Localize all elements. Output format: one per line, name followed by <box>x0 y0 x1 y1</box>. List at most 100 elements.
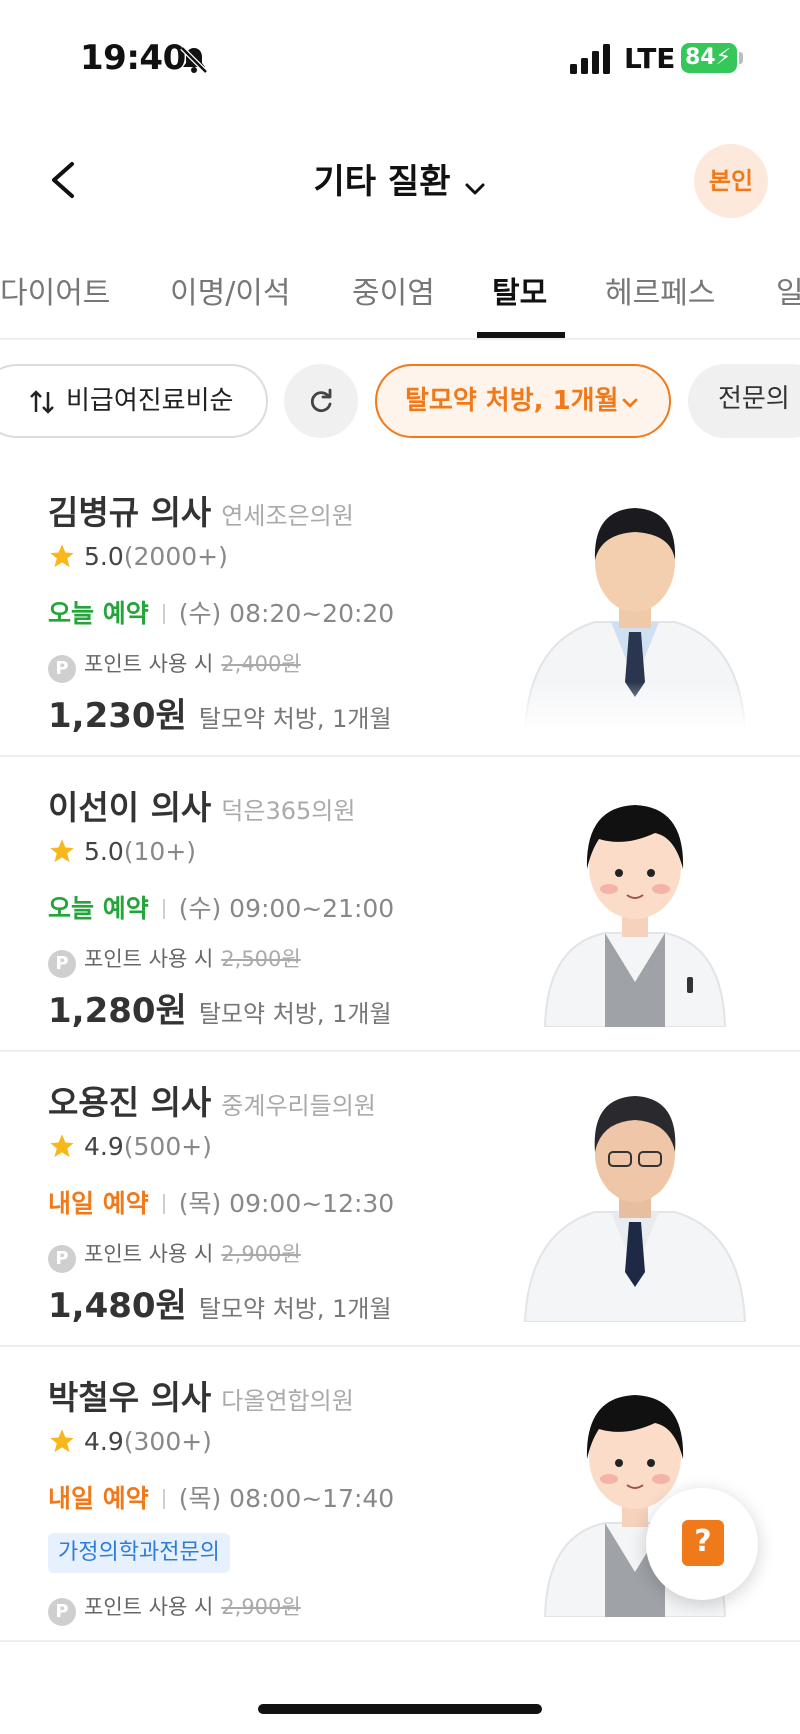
star-icon <box>50 1429 74 1453</box>
status-bar: 19:40 LTE 84⚡ <box>0 0 800 120</box>
point-icon: P <box>48 655 76 683</box>
help-button[interactable]: ? <box>646 1488 758 1600</box>
original-price: 2,900원 <box>221 1242 301 1266</box>
tab-herpes[interactable]: 헤르페스 <box>605 268 715 312</box>
points-label: 포인트 사용 시 <box>84 652 214 676</box>
doctor-name: 이선이 의사 <box>48 788 212 827</box>
clinic-name: 다올연합의원 <box>221 1387 354 1415</box>
hours: (수) 09:00~21:00 <box>178 894 395 923</box>
points-row: P 포인트 사용 시 2,900원 <box>48 1591 301 1626</box>
doctor-name-row: 이선이 의사 덕은365의원 <box>48 781 355 829</box>
chevron-down-icon <box>622 398 638 408</box>
clinic-name: 연세조은의원 <box>221 502 354 530</box>
refresh-icon <box>310 388 332 413</box>
tab-otitis[interactable]: 중이염 <box>352 268 435 312</box>
tab-more[interactable]: 일 <box>776 268 800 312</box>
doctor-list: 김병규 의사 연세조은의원 5.0(2000+) 오늘 예약 (수) 08:20~2… <box>0 462 800 1642</box>
refresh-button[interactable] <box>284 364 358 438</box>
doctor-photo-icon <box>515 482 755 732</box>
rating-row: 4.9(500+) <box>48 1132 212 1161</box>
help-icon: ? <box>682 1520 724 1566</box>
availability-label: 오늘 예약 <box>48 599 149 628</box>
charging-icon: ⚡ <box>715 45 732 70</box>
review-count: (500+) <box>123 1132 212 1161</box>
filter-bar: 비급여진료비순 탈모약 처방, 1개월 전문의 <box>0 362 800 440</box>
point-icon: P <box>48 1598 76 1626</box>
specialist-filter[interactable]: 전문의 <box>688 364 800 438</box>
doctor-card[interactable]: 김병규 의사 연세조은의원 5.0(2000+) 오늘 예약 (수) 08:20~2… <box>0 462 800 757</box>
availability-row: 오늘 예약 (수) 09:00~21:00 <box>48 889 394 925</box>
rating-row: 5.0(2000+) <box>48 542 228 571</box>
network-label: LTE <box>624 42 676 75</box>
point-icon: P <box>48 1245 76 1273</box>
tab-hair-loss[interactable]: 탈모 <box>492 268 547 312</box>
availability-row: 오늘 예약 (수) 08:20~20:20 <box>48 594 394 630</box>
point-icon: P <box>48 950 76 978</box>
rating-value: 5.0 <box>84 542 124 571</box>
tab-tinnitus[interactable]: 이명/이석 <box>170 268 291 312</box>
doctor-name: 오용진 의사 <box>48 1083 212 1122</box>
battery-tip <box>739 52 743 64</box>
points-label: 포인트 사용 시 <box>84 947 214 971</box>
battery-indicator: 84⚡ <box>681 43 737 73</box>
price-description: 탈모약 처방, 1개월 <box>198 1000 392 1028</box>
original-price: 2,400원 <box>221 652 301 676</box>
star-icon <box>50 544 74 568</box>
home-indicator[interactable] <box>258 1704 542 1714</box>
chevron-down-icon[interactable] <box>464 178 486 200</box>
price-row: 1,280원 탈모약 처방, 1개월 <box>48 983 392 1032</box>
bell-muted-icon <box>180 46 208 74</box>
divider <box>162 604 165 624</box>
status-time: 19:40 <box>80 38 186 78</box>
review-count: (10+) <box>123 837 197 866</box>
doctor-card[interactable]: 이선이 의사 덕은365의원 5.0(10+) 오늘 예약 (수) 09:00~21… <box>0 757 800 1052</box>
availability-row: 내일 예약 (목) 09:00~12:30 <box>48 1184 394 1220</box>
star-icon <box>50 839 74 863</box>
rating-value: 4.9 <box>84 1427 124 1456</box>
battery-level: 84 <box>685 45 716 70</box>
availability-label: 오늘 예약 <box>48 894 149 923</box>
hours: (목) 09:00~12:30 <box>178 1189 395 1218</box>
doctor-avatar-icon <box>543 805 727 1027</box>
divider <box>162 1489 165 1509</box>
category-tabs: 다이어트 이명/이석 중이염 탈모 헤르페스 일 <box>0 262 800 340</box>
rating-value: 4.9 <box>84 1132 124 1161</box>
star-icon <box>50 1134 74 1158</box>
availability-label: 내일 예약 <box>48 1484 149 1513</box>
doctor-photo-icon <box>523 1096 747 1322</box>
signal-icon <box>570 44 610 74</box>
header-title-wrap[interactable]: 기타 질환 <box>0 154 800 203</box>
review-count: (300+) <box>123 1427 212 1456</box>
original-price: 2,900원 <box>221 1595 301 1619</box>
specialty-badge: 가정의학과전문의 <box>48 1533 230 1573</box>
doctor-card[interactable]: 오용진 의사 중계우리들의원 4.9(500+) 내일 예약 (목) 09:00~1… <box>0 1052 800 1347</box>
page-title[interactable]: 기타 질환 <box>314 162 451 202</box>
hours: (목) 08:00~17:40 <box>178 1484 395 1513</box>
points-row: P 포인트 사용 시 2,900원 <box>48 1238 301 1273</box>
rating-row: 4.9(300+) <box>48 1427 212 1456</box>
rating-value: 5.0 <box>84 837 124 866</box>
clinic-name: 덕은365의원 <box>221 797 356 825</box>
prescription-filter[interactable]: 탈모약 처방, 1개월 <box>375 364 671 438</box>
doctor-name: 김병규 의사 <box>48 493 212 532</box>
active-tab-indicator <box>477 332 565 338</box>
doctor-name-row: 김병규 의사 연세조은의원 <box>48 486 354 534</box>
sort-icon <box>30 390 54 414</box>
profile-button[interactable]: 본인 <box>694 144 768 218</box>
points-row: P 포인트 사용 시 2,400원 <box>48 648 301 683</box>
sort-button[interactable]: 비급여진료비순 <box>0 364 268 438</box>
price-description: 탈모약 처방, 1개월 <box>198 1295 392 1323</box>
doctor-name-row: 박철우 의사 다올연합의원 <box>48 1371 354 1419</box>
availability-row: 내일 예약 (목) 08:00~17:40 <box>48 1479 394 1515</box>
price-row: 1,480원 탈모약 처방, 1개월 <box>48 1278 392 1327</box>
divider <box>162 899 165 919</box>
price: 1,280원 <box>48 991 187 1031</box>
price: 1,230원 <box>48 696 187 736</box>
points-row: P 포인트 사용 시 2,500원 <box>48 943 301 978</box>
tab-diet[interactable]: 다이어트 <box>0 268 110 312</box>
sort-label: 비급여진료비순 <box>66 386 234 416</box>
original-price: 2,500원 <box>221 947 301 971</box>
price: 1,480원 <box>48 1286 187 1326</box>
rating-row: 5.0(10+) <box>48 837 196 866</box>
points-label: 포인트 사용 시 <box>84 1595 214 1619</box>
